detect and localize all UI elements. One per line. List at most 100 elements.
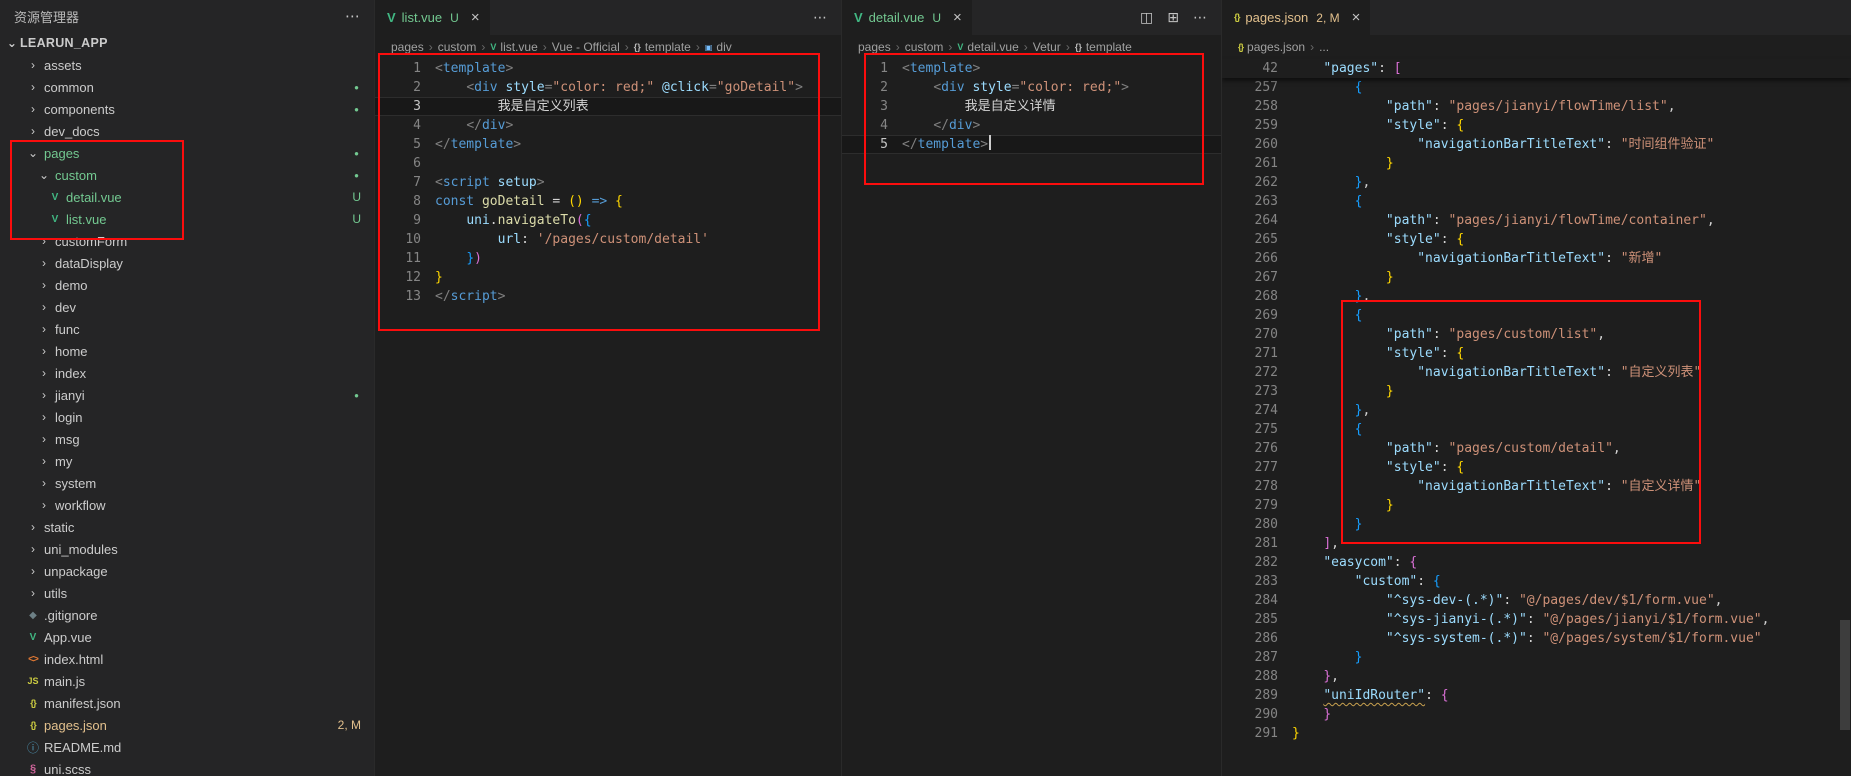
line-number[interactable]: 259: [1222, 116, 1292, 135]
breadcrumb-item-detail-vue[interactable]: Vdetail.vue: [957, 40, 1018, 54]
chevron-right-icon[interactable]: ›: [25, 102, 41, 116]
line-number[interactable]: 13: [375, 287, 435, 306]
tree-item-readme-md[interactable]: ⓘREADME.md: [0, 736, 374, 758]
line-number[interactable]: 277: [1222, 458, 1292, 477]
breadcrumb-item-template[interactable]: {}template: [1075, 40, 1132, 54]
tab-list-vue[interactable]: Vlist.vueU×: [375, 0, 491, 35]
line-number[interactable]: 3: [842, 97, 902, 116]
tree-item-pages-json[interactable]: {}pages.json2, M: [0, 714, 374, 736]
line-number[interactable]: 257: [1222, 78, 1292, 97]
line-number[interactable]: 287: [1222, 648, 1292, 667]
line-number[interactable]: 10: [375, 230, 435, 249]
code-line-content[interactable]: "path": "pages/jianyi/flowTime/list",: [1292, 97, 1851, 116]
code-line-content[interactable]: "path": "pages/custom/detail",: [1292, 439, 1851, 458]
code-line-content[interactable]: <template>: [435, 59, 841, 78]
chevron-right-icon[interactable]: ›: [36, 476, 52, 490]
line-number[interactable]: 12: [375, 268, 435, 287]
breadcrumb-item-div[interactable]: ▣div: [705, 40, 732, 54]
code-line-content[interactable]: </div>: [435, 116, 841, 135]
tab-detail-vue[interactable]: Vdetail.vueU×: [842, 0, 973, 35]
breadcrumb-item-pages[interactable]: pages: [858, 40, 891, 54]
line-number[interactable]: 1: [842, 59, 902, 78]
tree-item-assets[interactable]: ›assets: [0, 54, 374, 76]
code-line-content[interactable]: </script>: [435, 287, 841, 306]
line-number[interactable]: 11: [375, 249, 435, 268]
tree-item-manifest-json[interactable]: {}manifest.json: [0, 692, 374, 714]
tree-item-list-vue[interactable]: Vlist.vueU: [0, 208, 374, 230]
code-line-content[interactable]: <div style="color: red;" @click="goDetai…: [435, 78, 841, 97]
code-line-content[interactable]: </template>: [902, 135, 1221, 154]
code-line-content[interactable]: },: [1292, 173, 1851, 192]
line-number[interactable]: 42: [1222, 59, 1292, 78]
tree-item-workflow[interactable]: ›workflow: [0, 494, 374, 516]
line-number[interactable]: 7: [375, 173, 435, 192]
tree-item-unpackage[interactable]: ›unpackage: [0, 560, 374, 582]
code-line-content[interactable]: "uniIdRouter": {: [1292, 686, 1851, 705]
breadcrumb-item-vue-official[interactable]: Vue - Official: [552, 40, 620, 54]
tree-item-app-vue[interactable]: VApp.vue: [0, 626, 374, 648]
code-line-content[interactable]: uni.navigateTo({: [435, 211, 841, 230]
code-line-content[interactable]: 我是自定义列表: [435, 97, 841, 116]
line-number[interactable]: 278: [1222, 477, 1292, 496]
breadcrumb-item-custom[interactable]: custom: [438, 40, 477, 54]
code-line-content[interactable]: "path": "pages/jianyi/flowTime/container…: [1292, 211, 1851, 230]
code-line-content[interactable]: "^sys-dev-(.*)": "@/pages/dev/$1/form.vu…: [1292, 591, 1851, 610]
code-line-content[interactable]: }): [435, 249, 841, 268]
line-number[interactable]: 290: [1222, 705, 1292, 724]
code-line-content[interactable]: },: [1292, 667, 1851, 686]
breadcrumb-item-pages[interactable]: pages: [391, 40, 424, 54]
tree-item-detail-vue[interactable]: Vdetail.vueU: [0, 186, 374, 208]
code-line-content[interactable]: </div>: [902, 116, 1221, 135]
chevron-right-icon[interactable]: ›: [36, 388, 52, 402]
line-number[interactable]: 4: [842, 116, 902, 135]
line-number[interactable]: 274: [1222, 401, 1292, 420]
line-number[interactable]: 268: [1222, 287, 1292, 306]
chevron-right-icon[interactable]: ›: [36, 344, 52, 358]
breadcrumb-item-template[interactable]: {}template: [634, 40, 691, 54]
line-number[interactable]: 282: [1222, 553, 1292, 572]
line-number[interactable]: 272: [1222, 363, 1292, 382]
line-number[interactable]: 258: [1222, 97, 1292, 116]
chevron-right-icon[interactable]: ›: [36, 454, 52, 468]
code-line-content[interactable]: },: [1292, 401, 1851, 420]
code-line-content[interactable]: }: [1292, 705, 1851, 724]
line-number[interactable]: 285: [1222, 610, 1292, 629]
code-line-content[interactable]: }: [1292, 496, 1851, 515]
line-number[interactable]: 2: [842, 78, 902, 97]
code-line-content[interactable]: "navigationBarTitleText": "自定义详情": [1292, 477, 1851, 496]
tree-item-custom[interactable]: ⌄custom●: [0, 164, 374, 186]
code-line-content[interactable]: }: [1292, 515, 1851, 534]
code-line-content[interactable]: "navigationBarTitleText": "自定义列表": [1292, 363, 1851, 382]
breadcrumb-item-more[interactable]: ...: [1319, 40, 1329, 54]
close-icon[interactable]: ×: [953, 10, 962, 25]
code-line-content[interactable]: "custom": {: [1292, 572, 1851, 591]
line-number[interactable]: 5: [842, 135, 902, 154]
breadcrumb-item-list-vue[interactable]: Vlist.vue: [490, 40, 537, 54]
chevron-right-icon[interactable]: ›: [36, 256, 52, 270]
code-line-content[interactable]: "style": {: [1292, 116, 1851, 135]
tree-item-uni-modules[interactable]: ›uni_modules: [0, 538, 374, 560]
tree-item-home[interactable]: ›home: [0, 340, 374, 362]
tree-item-login[interactable]: ›login: [0, 406, 374, 428]
tree-root-learun-app[interactable]: ⌄ LEARUN_APP: [0, 32, 374, 54]
code-line-content[interactable]: "style": {: [1292, 344, 1851, 363]
tree-item-dev-docs[interactable]: ›dev_docs: [0, 120, 374, 142]
chevron-right-icon[interactable]: ›: [36, 234, 52, 248]
code-line-content[interactable]: <template>: [902, 59, 1221, 78]
split-editor-icon[interactable]: ◫: [1140, 9, 1153, 26]
breadcrumb-item-vetur[interactable]: Vetur: [1033, 40, 1061, 54]
tree-item-jianyi[interactable]: ›jianyi●: [0, 384, 374, 406]
chevron-right-icon[interactable]: ›: [25, 542, 41, 556]
tree-item-datadisplay[interactable]: ›dataDisplay: [0, 252, 374, 274]
line-number[interactable]: 276: [1222, 439, 1292, 458]
code-line-content[interactable]: {: [1292, 306, 1851, 325]
code-line-content[interactable]: }: [1292, 724, 1851, 743]
code-line-content[interactable]: url: '/pages/custom/detail': [435, 230, 841, 249]
code-line-content[interactable]: const goDetail = () => {: [435, 192, 841, 211]
tree-item-components[interactable]: ›components●: [0, 98, 374, 120]
chevron-right-icon[interactable]: ›: [25, 124, 41, 138]
line-number[interactable]: 275: [1222, 420, 1292, 439]
line-number[interactable]: 281: [1222, 534, 1292, 553]
code-line-content[interactable]: "^sys-jianyi-(.*)": "@/pages/jianyi/$1/f…: [1292, 610, 1851, 629]
line-number[interactable]: 273: [1222, 382, 1292, 401]
